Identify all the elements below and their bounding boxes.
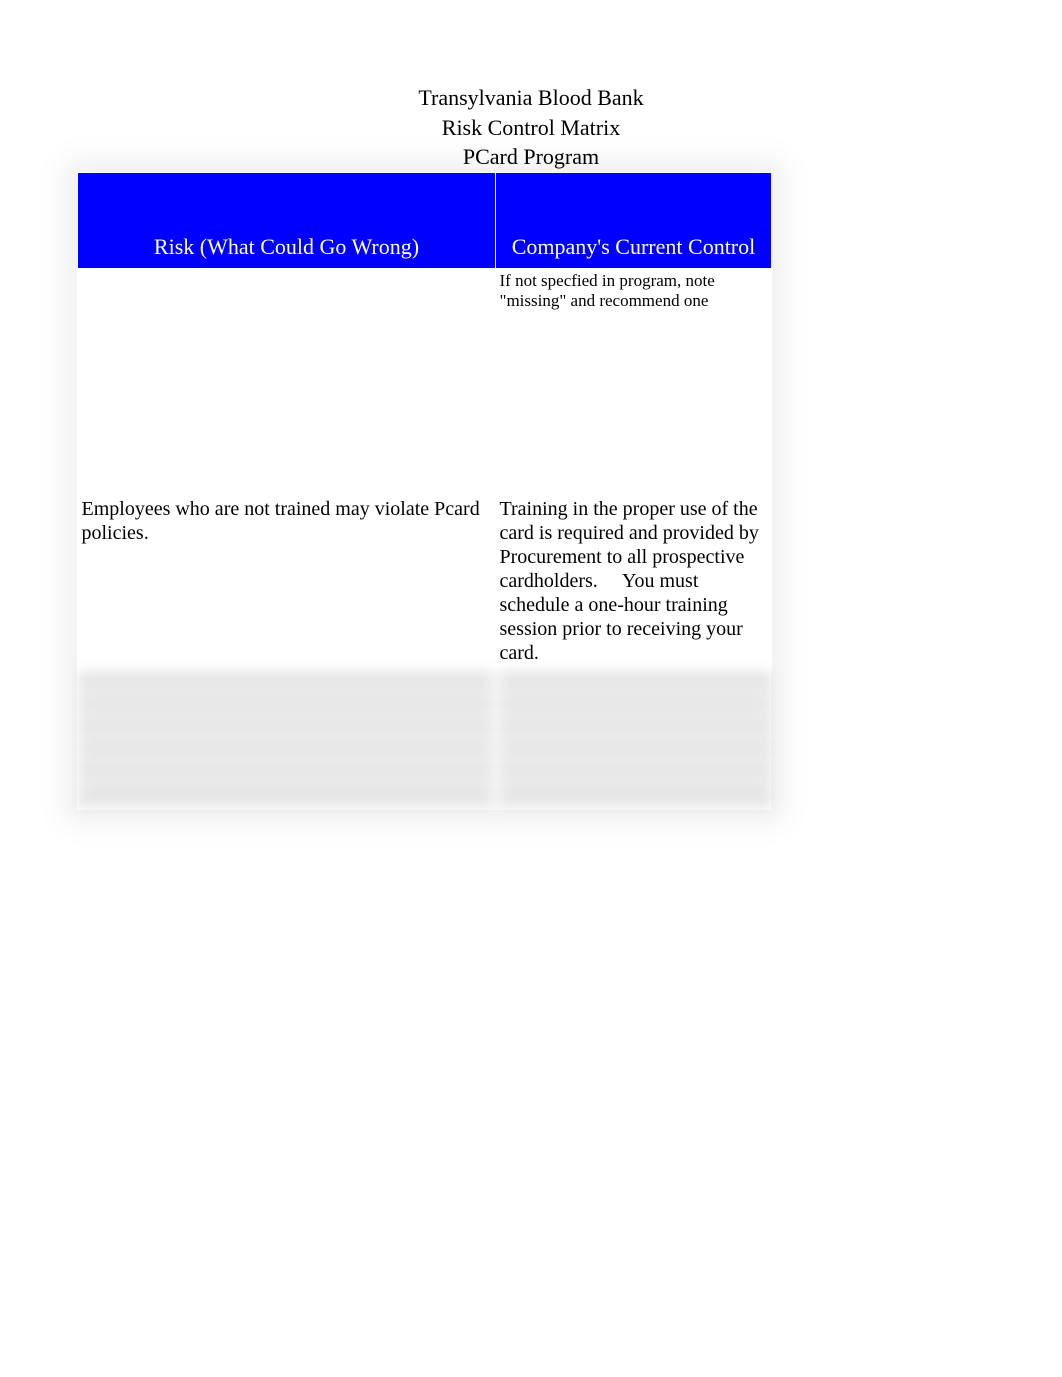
blurred-cell (78, 693, 496, 715)
table-row (78, 781, 772, 809)
table-row (78, 759, 772, 781)
blurred-cell (496, 781, 772, 809)
title-line-1: Transylvania Blood Bank (0, 84, 1062, 112)
blurred-cell (78, 671, 496, 693)
risk-control-table-container: Risk (What Could Go Wrong) Company's Cur… (77, 172, 771, 810)
blurred-cell (496, 737, 772, 759)
blurred-cell (496, 715, 772, 737)
risk-control-table: Risk (What Could Go Wrong) Company's Cur… (77, 172, 772, 810)
cell-risk: Employees who are not trained may violat… (78, 491, 496, 671)
note-row: If not specfied in program, note "missin… (78, 269, 772, 491)
blurred-cell (78, 737, 496, 759)
table-row (78, 693, 772, 715)
blurred-cell (496, 693, 772, 715)
blurred-rows (78, 671, 772, 809)
column-header-risk: Risk (What Could Go Wrong) (78, 173, 496, 269)
blurred-cell (78, 781, 496, 809)
table-row: Employees who are not trained may violat… (78, 491, 772, 671)
table-row (78, 715, 772, 737)
note-cell-control: If not specfied in program, note "missin… (496, 269, 772, 491)
blurred-cell (496, 759, 772, 781)
column-header-control: Company's Current Control (496, 173, 772, 269)
table-header-row: Risk (What Could Go Wrong) Company's Cur… (78, 173, 772, 269)
title-line-2: Risk Control Matrix (0, 114, 1062, 142)
blurred-cell (78, 715, 496, 737)
title-line-3: PCard Program (0, 143, 1062, 171)
cell-control: Training in the proper use of the card i… (496, 491, 772, 671)
note-cell-risk (78, 269, 496, 491)
table-row (78, 737, 772, 759)
blurred-cell (78, 759, 496, 781)
blurred-cell (496, 671, 772, 693)
document-title-block: Transylvania Blood Bank Risk Control Mat… (0, 0, 1062, 171)
table-row (78, 671, 772, 693)
